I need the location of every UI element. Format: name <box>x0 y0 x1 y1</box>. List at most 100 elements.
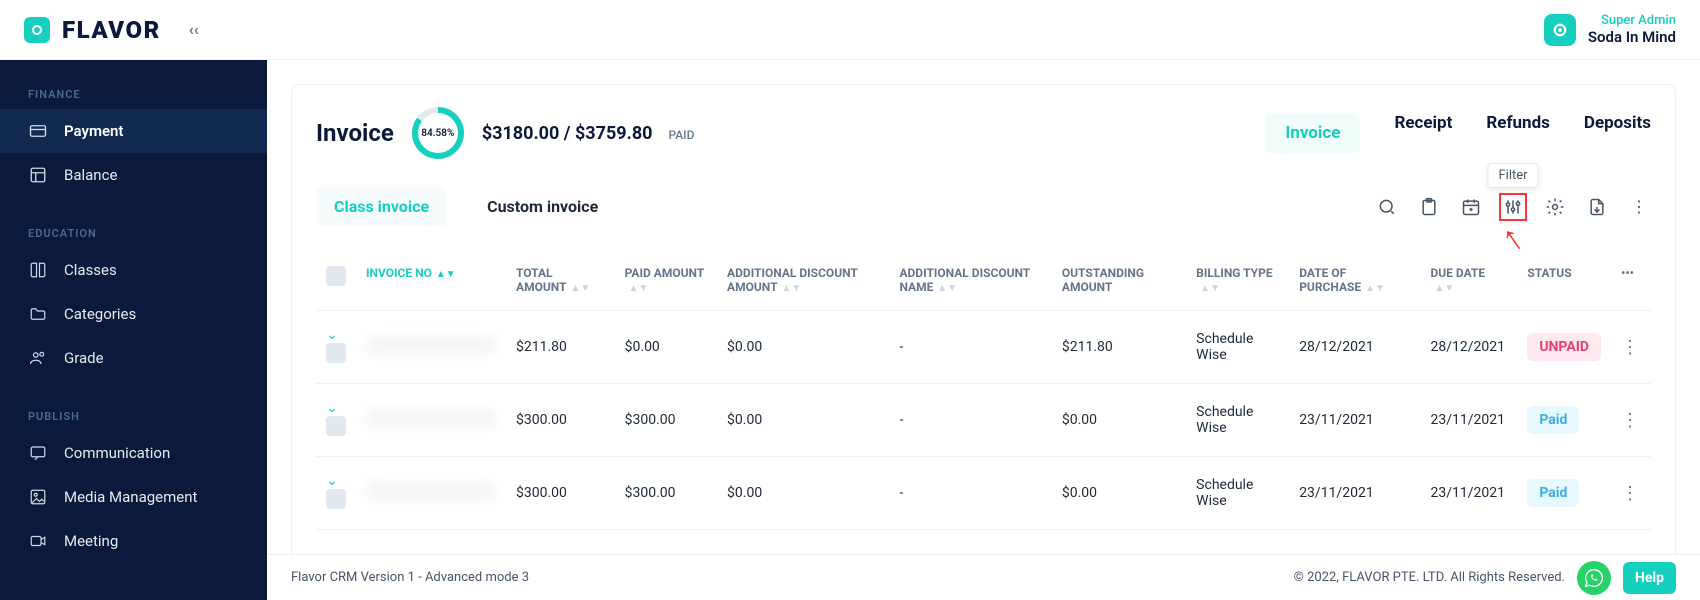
col-paid[interactable]: PAID AMOUNT▲▼ <box>615 250 717 311</box>
col-dop[interactable]: DATE OF PURCHASE▲▼ <box>1289 250 1420 311</box>
sub-header: Class invoice Custom invoice Filter ↑ ⋮ <box>316 187 1651 226</box>
col-add-disc-amt[interactable]: ADDITIONAL DISCOUNT AMOUNT▲▼ <box>717 250 889 311</box>
tab-class-invoice[interactable]: Class invoice <box>316 187 447 226</box>
row-menu-icon[interactable]: ⋮ <box>1621 483 1639 504</box>
status-badge: Paid <box>1527 406 1579 434</box>
sidebar: FINANCE Payment Balance EDUCATION Classe… <box>0 60 267 600</box>
col-more: ••• <box>1611 250 1651 311</box>
sidebar-item-label: Payment <box>64 122 123 140</box>
sort-icon: ▲▼ <box>1200 283 1220 294</box>
cell-due: 23/11/2021 <box>1420 457 1517 530</box>
cell-add-disc-name: - <box>889 311 1051 384</box>
image-icon <box>28 487 48 507</box>
tab-receipt[interactable]: Receipt <box>1394 113 1452 153</box>
row-checkbox[interactable] <box>326 489 346 509</box>
user-name: Soda In Mind <box>1588 28 1676 46</box>
row-checkbox[interactable] <box>326 343 346 363</box>
folder-icon <box>28 304 48 324</box>
expand-icon[interactable]: ⌄ <box>326 400 338 416</box>
sidebar-item-label: Balance <box>64 166 117 184</box>
expand-icon[interactable]: ⌄ <box>326 473 338 489</box>
sidebar-item-grade[interactable]: Grade <box>0 336 267 380</box>
help-button[interactable]: Help <box>1623 562 1676 594</box>
cell-outstanding: $211.80 <box>1052 311 1186 384</box>
col-invoice-no[interactable]: INVOICE NO▲▼ <box>356 250 506 311</box>
logo-block: FLAVOR ‹‹ <box>24 16 199 44</box>
cell-total: $300.00 <box>506 457 615 530</box>
sidebar-item-media[interactable]: Media Management <box>0 475 267 519</box>
clipboard-icon[interactable] <box>1417 195 1441 219</box>
sidebar-item-payment[interactable]: Payment <box>0 109 267 153</box>
select-all-checkbox[interactable] <box>326 266 346 286</box>
cell-add-disc-name: - <box>889 457 1051 530</box>
search-icon[interactable] <box>1375 195 1399 219</box>
top-bar: FLAVOR ‹‹ Super Admin Soda In Mind <box>0 0 1700 60</box>
cell-due: 28/12/2021 <box>1420 311 1517 384</box>
sidebar-item-categories[interactable]: Categories <box>0 292 267 336</box>
whatsapp-icon[interactable] <box>1577 561 1611 595</box>
page-title: Invoice <box>316 119 394 147</box>
chat-icon <box>28 443 48 463</box>
row-checkbox[interactable] <box>326 416 346 436</box>
user-block[interactable]: Super Admin Soda In Mind <box>1544 13 1676 46</box>
status-badge: UNPAID <box>1527 333 1601 361</box>
sort-icon: ▲▼ <box>570 283 590 294</box>
col-outstanding[interactable]: OUTSTANDING AMOUNT <box>1052 250 1186 311</box>
sort-icon: ▲▼ <box>436 269 456 280</box>
footer-copyright: © 2022, FLAVOR PTE. LTD. All Rights Rese… <box>1294 570 1565 585</box>
cell-dop: 23/11/2021 <box>1289 457 1420 530</box>
invoice-table: INVOICE NO▲▼ TOTAL AMOUNT▲▼ PAID AMOUNT▲… <box>316 250 1651 530</box>
sidebar-item-label: Media Management <box>64 488 197 506</box>
col-billing[interactable]: BILLING TYPE▲▼ <box>1186 250 1289 311</box>
progress-percent: 84.58% <box>421 128 454 139</box>
tab-custom-invoice[interactable]: Custom invoice <box>469 187 616 226</box>
brand-logo-icon <box>24 17 50 43</box>
export-icon[interactable] <box>1585 195 1609 219</box>
filter-icon[interactable]: Filter ↑ <box>1501 195 1525 219</box>
sidebar-item-communication[interactable]: Communication <box>0 431 267 475</box>
tab-invoice[interactable]: Invoice <box>1265 113 1360 153</box>
expand-icon[interactable]: ⌄ <box>326 327 338 343</box>
sidebar-item-classes[interactable]: Classes <box>0 248 267 292</box>
col-total[interactable]: TOTAL AMOUNT▲▼ <box>506 250 615 311</box>
cell-add-disc-name: - <box>889 384 1051 457</box>
amount-summary: $3180.00 / $3759.80 PAID <box>482 123 695 144</box>
sidebar-collapse-icon[interactable]: ‹‹ <box>189 20 199 39</box>
invoice-card: Invoice 84.58% $3180.00 / $3759.80 PAID … <box>291 84 1676 576</box>
cell-total: $300.00 <box>506 384 615 457</box>
user-text: Super Admin Soda In Mind <box>1588 13 1676 46</box>
sidebar-item-meeting[interactable]: Meeting <box>0 519 267 563</box>
col-due[interactable]: DUE DATE▲▼ <box>1420 250 1517 311</box>
amount-paid: $3180.00 <box>482 123 560 144</box>
col-status[interactable]: STATUS <box>1517 250 1611 311</box>
progress-donut: 84.58% <box>412 107 464 159</box>
top-tabs: Invoice Receipt Refunds Deposits <box>1265 113 1651 153</box>
row-menu-icon[interactable]: ⋮ <box>1621 337 1639 358</box>
sort-icon: ▲▼ <box>629 283 649 294</box>
gear-icon[interactable] <box>1543 195 1567 219</box>
filter-tooltip: Filter <box>1487 163 1538 188</box>
more-icon[interactable]: ⋮ <box>1627 195 1651 219</box>
invoice-number-blurred <box>366 409 496 427</box>
toolbar-icons: Filter ↑ ⋮ <box>1375 195 1651 219</box>
footer-version: Flavor CRM Version 1 - Advanced mode 3 <box>291 570 529 585</box>
cell-paid: $300.00 <box>615 457 717 530</box>
sidebar-item-label: Grade <box>64 349 104 367</box>
cell-due: 23/11/2021 <box>1420 384 1517 457</box>
cell-total: $211.80 <box>506 311 615 384</box>
tab-refunds[interactable]: Refunds <box>1486 113 1550 153</box>
calendar-add-icon[interactable] <box>1459 195 1483 219</box>
sidebar-section-education: EDUCATION <box>0 219 267 248</box>
cell-add-disc-amt: $0.00 <box>717 384 889 457</box>
row-menu-icon[interactable]: ⋮ <box>1621 410 1639 431</box>
sidebar-item-label: Classes <box>64 261 117 279</box>
main-content: Invoice 84.58% $3180.00 / $3759.80 PAID … <box>267 60 1700 600</box>
footer: Flavor CRM Version 1 - Advanced mode 3 ©… <box>267 554 1700 600</box>
tab-deposits[interactable]: Deposits <box>1584 113 1651 153</box>
table-row: ⌄ $300.00 $300.00 $0.00 - $0.00 Schedule… <box>316 384 1651 457</box>
sidebar-item-balance[interactable]: Balance <box>0 153 267 197</box>
video-icon <box>28 531 48 551</box>
sidebar-item-label: Meeting <box>64 532 118 550</box>
brand-name: FLAVOR <box>62 16 161 44</box>
col-add-disc-name[interactable]: ADDITIONAL DISCOUNT NAME▲▼ <box>889 250 1051 311</box>
